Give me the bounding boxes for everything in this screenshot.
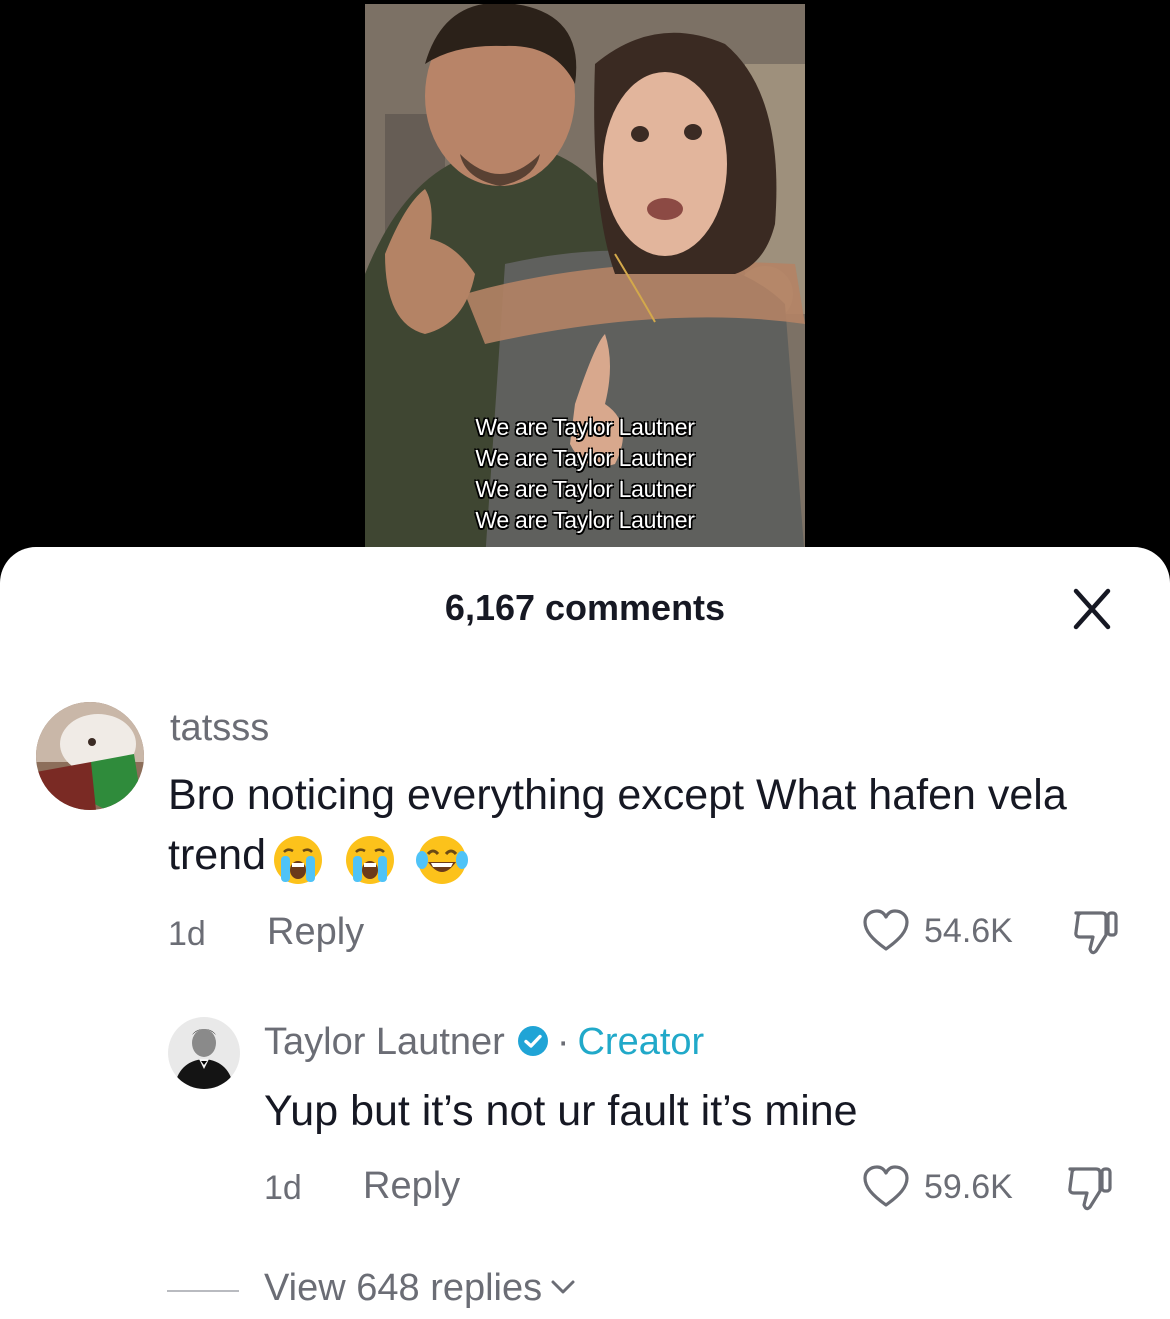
verified-badge-icon xyxy=(517,1026,548,1056)
heart-icon xyxy=(863,909,909,951)
heart-icon xyxy=(863,1165,909,1207)
dislike-button[interactable] xyxy=(1066,1163,1114,1213)
caption-line: We are Taylor Lautner xyxy=(475,476,695,502)
comments-sheet: 6,167 comments tatsss Bro noticing every… xyxy=(0,547,1170,1319)
reply-button[interactable]: Reply xyxy=(267,911,364,954)
chevron-down-icon xyxy=(551,1280,575,1294)
caption-line: We are Taylor Lautner xyxy=(475,507,695,533)
view-replies-divider xyxy=(167,1290,239,1292)
comment-text: Bro noticing everything except What hafe… xyxy=(168,765,1108,888)
like-button[interactable]: 54.6K xyxy=(862,909,1013,953)
close-button[interactable] xyxy=(1068,587,1116,631)
caption-line: We are Taylor Lautner xyxy=(475,414,695,440)
comment-username[interactable]: tatsss xyxy=(170,707,269,750)
video-frame[interactable]: We are Taylor Lautner We are Taylor Laut… xyxy=(365,4,805,560)
comment-text: Yup but it’s not ur fault it’s mine xyxy=(264,1087,858,1135)
reply-button[interactable]: Reply xyxy=(363,1165,460,1208)
avatar[interactable] xyxy=(168,1017,240,1089)
emoji-group xyxy=(272,828,476,888)
dislike-button[interactable] xyxy=(1072,907,1120,957)
loudly-crying-face-icon xyxy=(345,836,394,885)
comment-age: 1d xyxy=(168,915,206,953)
loudly-crying-face-icon xyxy=(274,836,323,885)
like-count: 59.6K xyxy=(924,1167,1013,1206)
view-replies-button[interactable]: View 648 replies xyxy=(264,1267,576,1310)
thumbs-down-icon xyxy=(1074,911,1118,955)
comments-count-title: 6,167 comments xyxy=(444,587,726,628)
like-button[interactable]: 59.6K xyxy=(862,1165,1013,1209)
comment-username[interactable]: Taylor Lautner xyxy=(264,1021,505,1063)
separator-dot: · xyxy=(556,1021,570,1063)
avatar[interactable] xyxy=(36,702,144,810)
thumbs-down-icon xyxy=(1068,1167,1112,1211)
avatar-image xyxy=(168,1017,240,1089)
face-with-tears-of-joy-icon xyxy=(415,836,468,885)
reply-username-row: Taylor Lautner · Creator xyxy=(264,1021,704,1064)
video-caption: We are Taylor Lautner We are Taylor Laut… xyxy=(365,412,805,536)
caption-line: We are Taylor Lautner xyxy=(475,445,695,471)
comment-age: 1d xyxy=(264,1169,302,1207)
avatar-image xyxy=(36,702,144,810)
creator-badge: Creator xyxy=(577,1021,705,1063)
like-count: 54.6K xyxy=(924,911,1013,950)
close-icon xyxy=(1073,588,1111,630)
view-replies-label: View 648 replies xyxy=(264,1267,543,1309)
video-player[interactable]: We are Taylor Lautner We are Taylor Laut… xyxy=(0,0,1170,560)
